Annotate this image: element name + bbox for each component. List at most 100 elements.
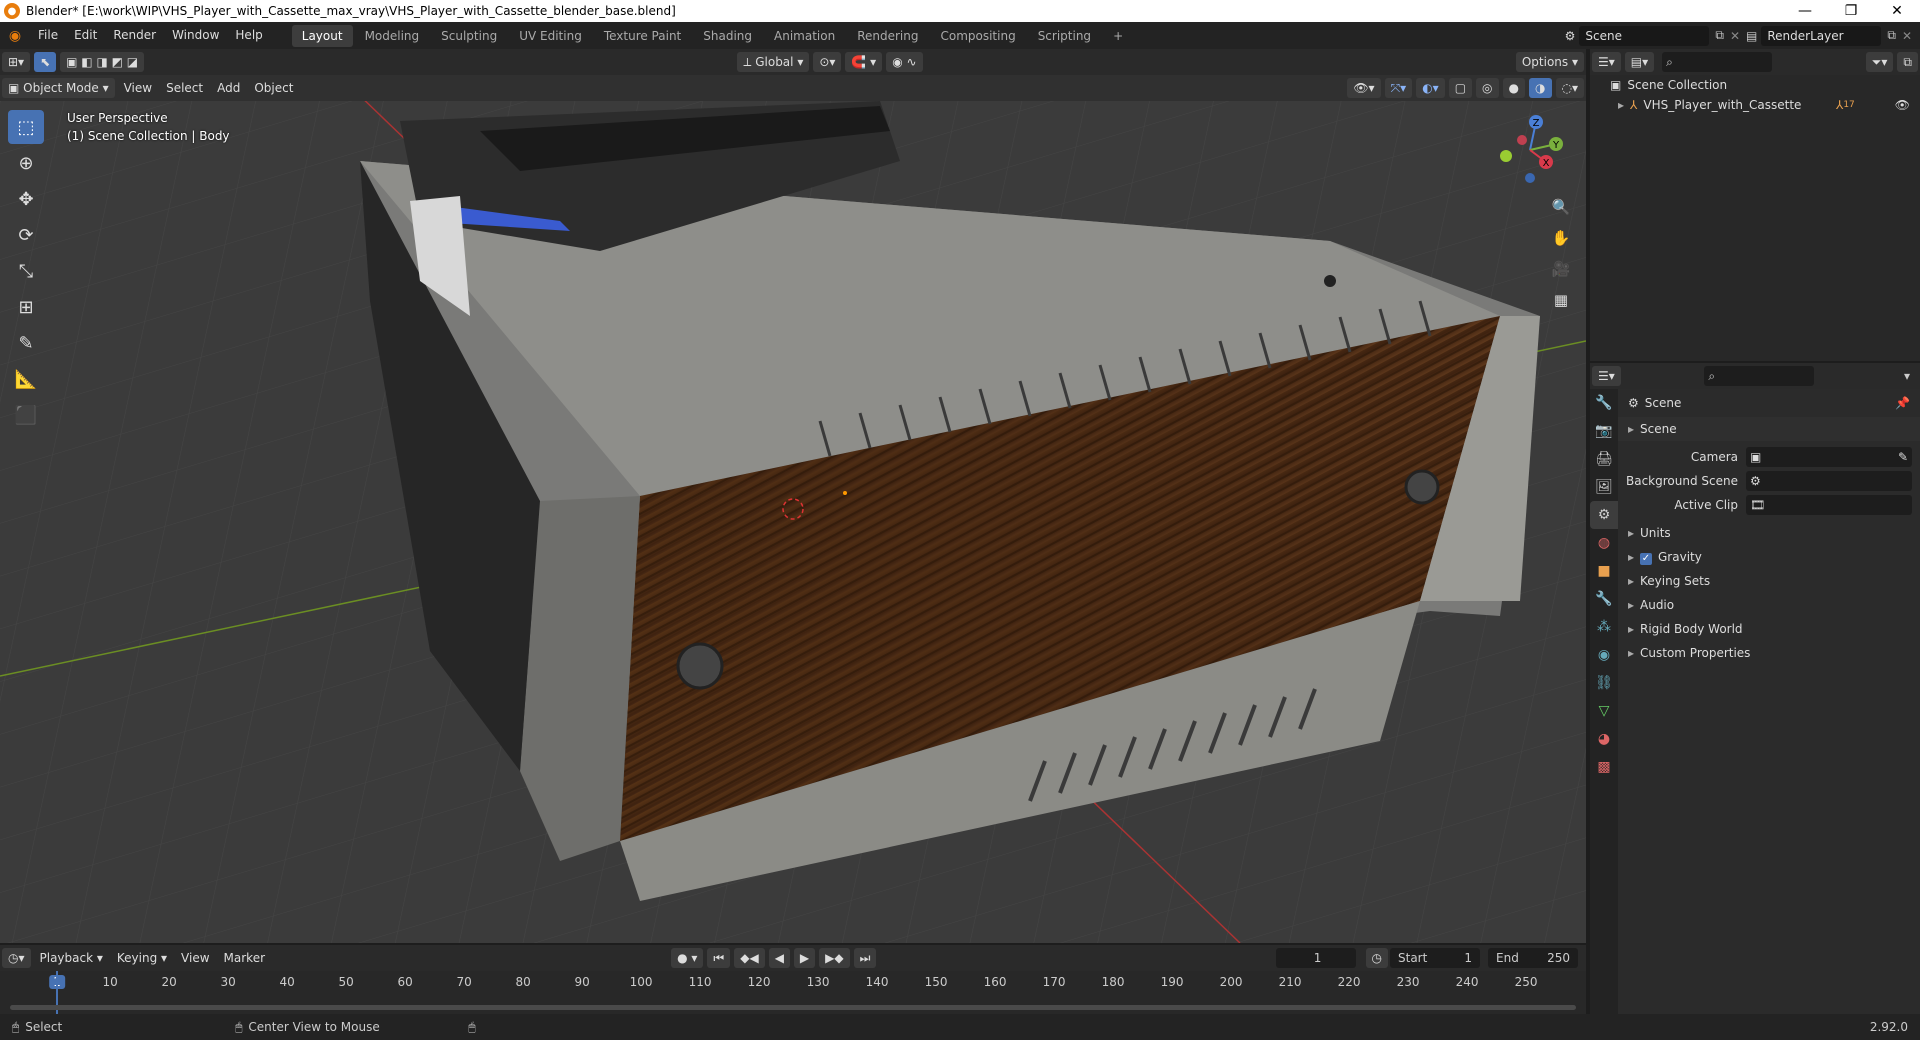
gravity-panel[interactable]: ✓ Gravity xyxy=(1618,545,1920,569)
snap-icon[interactable]: 🧲 ▾ xyxy=(845,52,883,72)
outliner-search-input[interactable]: ⌕ xyxy=(1662,52,1773,72)
menu-help[interactable]: Help xyxy=(227,22,270,49)
tab-shading[interactable]: Shading xyxy=(693,25,762,47)
expand-arrow-icon[interactable]: ▸ xyxy=(1618,95,1624,115)
tab-rendering[interactable]: Rendering xyxy=(847,25,928,47)
tab-compositing[interactable]: Compositing xyxy=(930,25,1025,47)
3d-viewport[interactable] xyxy=(0,101,1586,943)
shading-solid-icon[interactable]: ● xyxy=(1502,78,1526,98)
eyedropper-icon[interactable]: ✎ xyxy=(1898,450,1908,464)
cursor-icon[interactable]: ⊕ xyxy=(8,146,44,180)
texture-tab-icon[interactable]: ▩ xyxy=(1590,753,1618,781)
timeline-menu-playback[interactable]: Playback ▾ xyxy=(33,951,110,965)
select-mode-icons[interactable]: ▣ ◧ ◨ ◩ ◪ xyxy=(60,52,145,72)
viewport-menu-object[interactable]: Object xyxy=(247,81,300,95)
tab-uv-editing[interactable]: UV Editing xyxy=(509,25,592,47)
current-frame-field[interactable]: 1 xyxy=(1275,948,1356,968)
tool-tab-icon[interactable]: 🔧 xyxy=(1590,389,1618,417)
properties-options-icon[interactable]: ▾ xyxy=(1904,369,1910,383)
outliner-scene-collection[interactable]: ▣ Scene Collection xyxy=(1590,75,1920,95)
timeline-menu-keying[interactable]: Keying ▾ xyxy=(110,951,174,965)
object-mode-dropdown[interactable]: ▣ Object Mode ▾ xyxy=(2,78,115,98)
filter-icon[interactable]: ⏷▾ xyxy=(1865,52,1894,72)
select-tool-icon[interactable]: ⬉ xyxy=(34,52,57,72)
outliner-item-vhs[interactable]: ▸ ⅄ VHS_Player_with_Cassette ⅄ 17 👁 xyxy=(1590,95,1920,115)
delete-scene-icon[interactable]: ✕ xyxy=(1730,29,1740,43)
prev-keyframe-icon[interactable]: ◆◀ xyxy=(734,948,765,968)
new-scene-icon[interactable]: ⧉ xyxy=(1715,28,1724,43)
render-layer-icon[interactable]: ▤ xyxy=(1746,29,1757,43)
delete-layer-icon[interactable]: ✕ xyxy=(1902,29,1912,43)
object-tab-icon[interactable]: ■ xyxy=(1590,557,1618,585)
menu-edit[interactable]: Edit xyxy=(66,22,105,49)
custom-properties-panel[interactable]: Custom Properties xyxy=(1618,641,1920,665)
timeline-area[interactable]: 1102030405060708090100110120130140150160… xyxy=(0,971,1586,1014)
play-icon[interactable]: ▶ xyxy=(793,948,816,968)
scene-icon[interactable]: ⚙ xyxy=(1565,29,1576,43)
zoom-icon[interactable]: 🔍 xyxy=(1548,194,1574,220)
start-frame-field[interactable]: Start 1 xyxy=(1390,948,1480,968)
camera-view-icon[interactable]: 🎥 xyxy=(1548,256,1574,282)
timeline-menu-view[interactable]: View xyxy=(174,951,216,965)
jump-start-icon[interactable]: ⏮ xyxy=(707,948,731,968)
new-layer-icon[interactable]: ⧉ xyxy=(1887,28,1896,43)
viewport-menu-select[interactable]: Select xyxy=(159,81,210,95)
background-scene-field[interactable]: ⚙ xyxy=(1746,471,1912,491)
gravity-checkbox[interactable]: ✓ xyxy=(1640,553,1652,565)
output-tab-icon[interactable]: 🖨 xyxy=(1590,445,1618,473)
tab-sculpting[interactable]: Sculpting xyxy=(431,25,507,47)
units-panel[interactable]: Units xyxy=(1618,521,1920,545)
scene-panel-header[interactable]: Scene xyxy=(1618,417,1920,441)
timeline-menu-marker[interactable]: Marker xyxy=(217,951,272,965)
gizmo-neg-y[interactable] xyxy=(1500,150,1512,162)
preview-range-icon[interactable]: ◷ xyxy=(1365,948,1388,968)
material-tab-icon[interactable]: ◕ xyxy=(1590,725,1618,753)
visibility-icon[interactable]: 👁▾ xyxy=(1347,78,1381,98)
record-icon[interactable]: ● ▾ xyxy=(671,948,704,968)
gizmo-toggle-icon[interactable]: ⤧▾ xyxy=(1384,78,1413,98)
blender-menu-icon[interactable]: ◉ xyxy=(0,28,30,44)
active-clip-field[interactable]: 🎞 xyxy=(1746,495,1912,515)
transform-orientation-dropdown[interactable]: ⟂ Global ▾ xyxy=(737,52,810,72)
scale-icon[interactable]: ⤡ xyxy=(8,254,44,288)
jump-end-icon[interactable]: ⏭ xyxy=(853,948,877,968)
gizmo-neg-x[interactable] xyxy=(1517,135,1527,145)
editor-type-icon[interactable]: ⊞▾ xyxy=(2,52,31,72)
modifier-tab-icon[interactable]: 🔧 xyxy=(1590,585,1618,613)
visibility-eye-icon[interactable]: 👁 xyxy=(1895,95,1910,115)
gizmo-neg-z[interactable] xyxy=(1525,173,1535,183)
move-icon[interactable]: ✥ xyxy=(8,182,44,216)
ortho-toggle-icon[interactable]: ▦ xyxy=(1548,287,1574,313)
navigation-gizmo[interactable]: Z Y X xyxy=(1490,110,1570,190)
scene-tab-icon[interactable]: ⚙ xyxy=(1590,501,1618,529)
rotate-icon[interactable]: ⟳ xyxy=(8,218,44,252)
display-mode-icon[interactable]: ▤▾ xyxy=(1624,52,1655,72)
constraints-tab-icon[interactable]: ⛓ xyxy=(1590,669,1618,697)
audio-panel[interactable]: Audio xyxy=(1618,593,1920,617)
select-box-icon[interactable]: ⬚ xyxy=(8,110,44,144)
end-frame-field[interactable]: End 250 xyxy=(1488,948,1578,968)
pan-hand-icon[interactable]: ✋ xyxy=(1548,225,1574,251)
tab-modeling[interactable]: Modeling xyxy=(355,25,430,47)
pin-icon[interactable]: 📌 xyxy=(1895,396,1910,410)
timeline-editor-icon[interactable]: ◷▾ xyxy=(2,948,31,968)
tab-layout[interactable]: Layout xyxy=(291,24,353,47)
transform-icon[interactable]: ⊞ xyxy=(8,290,44,324)
particles-tab-icon[interactable]: ⁂ xyxy=(1590,613,1618,641)
outliner-editor-icon[interactable]: ☰▾ xyxy=(1592,52,1621,72)
rigid-body-world-panel[interactable]: Rigid Body World xyxy=(1618,617,1920,641)
add-cube-icon[interactable]: ⬛ xyxy=(8,398,44,432)
new-collection-icon[interactable]: ⧉ xyxy=(1897,52,1918,72)
render-tab-icon[interactable]: 📷 xyxy=(1590,417,1618,445)
shading-rendered-icon[interactable]: ◌▾ xyxy=(1555,78,1584,98)
render-layer-selector[interactable]: RenderLayer xyxy=(1761,25,1882,46)
menu-file[interactable]: File xyxy=(30,22,66,49)
tab-animation[interactable]: Animation xyxy=(764,25,845,47)
overlay-toggle-icon[interactable]: ◐▾ xyxy=(1416,78,1445,98)
tab-texture-paint[interactable]: Texture Paint xyxy=(594,25,691,47)
view-layer-tab-icon[interactable]: 🖼 xyxy=(1590,473,1618,501)
viewport-menu-view[interactable]: View xyxy=(117,81,159,95)
properties-editor-icon[interactable]: ☰▾ xyxy=(1592,366,1621,386)
timeline-scrollbar[interactable] xyxy=(10,1005,1576,1010)
shading-material-icon[interactable]: ◑ xyxy=(1529,78,1552,98)
